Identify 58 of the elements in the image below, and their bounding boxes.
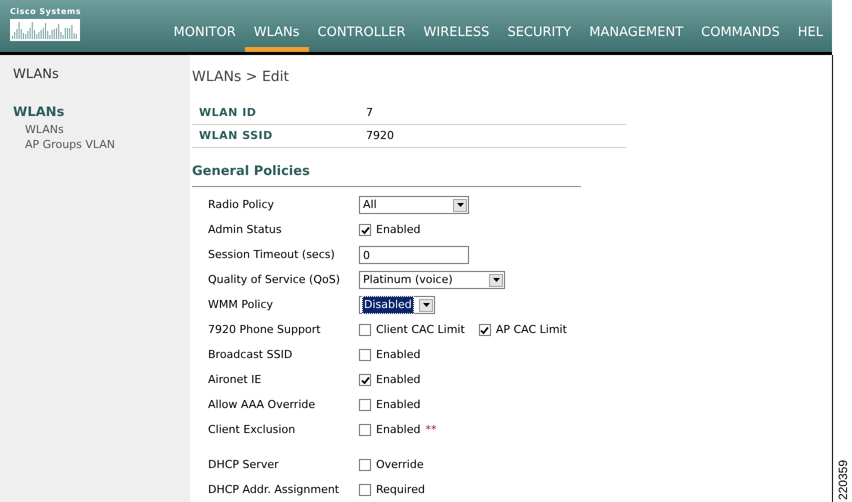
setting-label: WMM Policy: [208, 296, 274, 313]
checkbox-label: Enabled: [376, 222, 420, 238]
check-icon: [360, 376, 370, 384]
checkbox-label: Required: [376, 482, 425, 498]
nav-tab[interactable]: SECURITY: [498, 22, 580, 52]
setting-label: Session Timeout (secs): [208, 246, 336, 263]
checkbox-label: Client CAC Limit: [376, 322, 465, 338]
sidebar-item[interactable]: WLANs: [13, 122, 190, 137]
dropdown[interactable]: All: [359, 196, 469, 214]
setting-label: DHCP Addr. Assignment: [208, 482, 340, 498]
setting-label: Client Exclusion: [208, 422, 296, 438]
setting-label: DHCP Server: [208, 456, 280, 473]
checkbox[interactable]: [359, 224, 371, 236]
checkbox[interactable]: [359, 424, 371, 436]
field-label: WLAN SSID: [198, 128, 274, 144]
field-value: 7920: [365, 128, 394, 144]
checkbox-label: Enabled: [376, 422, 420, 438]
input-field[interactable]: 0: [359, 246, 469, 264]
setting-label: Aironet IE: [208, 372, 262, 388]
checkbox[interactable]: [359, 349, 371, 361]
setting-label: 7920 Phone Support: [208, 322, 322, 338]
checkbox-label: Enabled: [376, 372, 420, 388]
sidebar-item[interactable]: AP Groups VLAN: [13, 137, 190, 152]
checkbox-label: Override: [376, 456, 424, 473]
checkbox-label: AP CAC Limit: [496, 322, 567, 338]
setting-label: Admin Status: [208, 222, 283, 238]
check-icon: [480, 326, 490, 334]
setting-label: Quality of Service (QoS): [208, 272, 342, 288]
check-icon: [360, 226, 370, 234]
checkbox[interactable]: [359, 484, 371, 496]
checkbox[interactable]: [359, 459, 371, 471]
checkbox[interactable]: [359, 324, 371, 336]
nav-tab[interactable]: HEL: [788, 22, 832, 52]
nav-tab[interactable]: CONTROLLER: [308, 22, 415, 52]
nav-tab[interactable]: MANAGEMENT: [580, 22, 692, 52]
nav-tab[interactable]: COMMANDS: [692, 22, 789, 52]
checkbox-label: Enabled: [376, 396, 420, 413]
checkbox[interactable]: [478, 324, 491, 336]
dropdown[interactable]: Disabled: [359, 296, 435, 314]
field-label: WLAN ID: [198, 104, 258, 121]
setting-label: Broadcast SSID: [208, 346, 294, 363]
checkbox-label: Enabled: [376, 346, 420, 363]
section-title: General Policies: [192, 162, 581, 186]
checkbox[interactable]: [359, 374, 371, 386]
required-mark: **: [425, 422, 436, 438]
figure-number: 220359: [834, 460, 850, 500]
field-value: 7: [365, 104, 373, 121]
checkbox[interactable]: [359, 399, 371, 411]
dropdown[interactable]: Platinum (voice): [359, 271, 505, 289]
sidebar-section[interactable]: WLANs: [13, 102, 190, 122]
nav-tab[interactable]: MONITOR: [164, 22, 245, 52]
nav-tab[interactable]: WIRELESS: [414, 22, 498, 52]
logo-icon: [10, 19, 80, 41]
page-title: WLANs > Edit: [192, 68, 290, 87]
setting-label: Allow AAA Override: [208, 396, 316, 413]
sidebar-title: WLANs: [13, 66, 60, 84]
setting-label: Radio Policy: [208, 196, 276, 213]
logo-text: Cisco Systems: [10, 8, 82, 16]
